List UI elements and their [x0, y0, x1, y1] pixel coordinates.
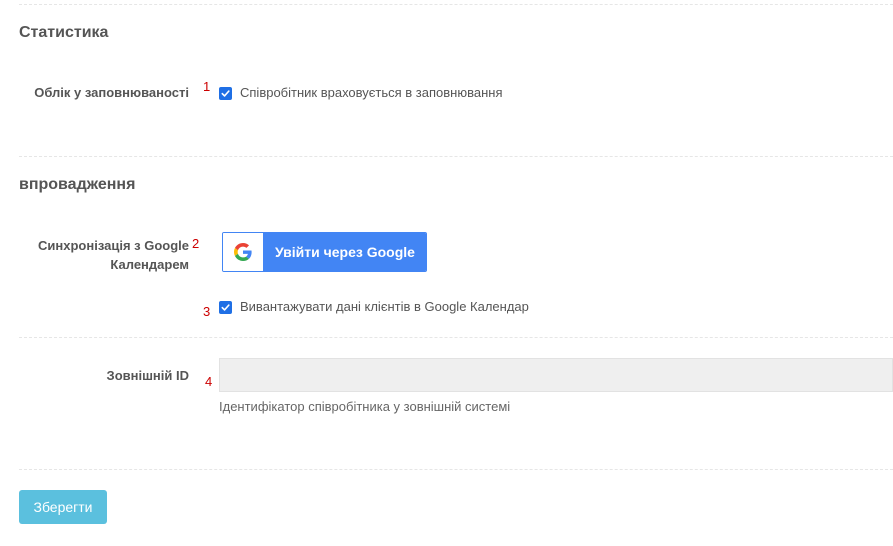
external-id-input[interactable] [219, 358, 893, 392]
top-divider [19, 4, 893, 5]
section-title-statistics: Статистика [19, 24, 109, 41]
integration-divider [19, 337, 893, 338]
export-checkbox[interactable] [219, 301, 232, 314]
annotation-marker-2: 2 [192, 236, 200, 251]
google-signin-label: Увійти через Google [263, 233, 426, 271]
google-sync-label: Синхронізація з Google Календарем [38, 238, 189, 272]
google-signin-button[interactable]: Увійти через Google [222, 232, 427, 272]
external-id-help: Ідентифікатор співробітника у зовнішній … [219, 399, 511, 414]
annotation-marker-1: 1 [203, 79, 211, 94]
google-logo-icon [223, 233, 263, 271]
annotation-marker-4: 4 [205, 374, 213, 389]
occupancy-label: Облік у заповнюваності [34, 85, 189, 100]
bottom-divider [19, 469, 893, 470]
statistics-divider [19, 156, 893, 157]
occupancy-checkbox-label[interactable]: Співробітник враховується в заповнювання [240, 85, 503, 100]
section-title-integration: впровадження [19, 176, 136, 193]
external-id-label: Зовнішній ID [106, 368, 189, 383]
save-button[interactable]: Зберегти [19, 490, 107, 524]
checkmark-icon [221, 90, 230, 97]
checkmark-icon [221, 304, 230, 311]
export-checkbox-label[interactable]: Вивантажувати дані клієнтів в Google Кал… [240, 299, 529, 314]
annotation-marker-3: 3 [203, 304, 211, 319]
occupancy-checkbox[interactable] [219, 87, 232, 100]
